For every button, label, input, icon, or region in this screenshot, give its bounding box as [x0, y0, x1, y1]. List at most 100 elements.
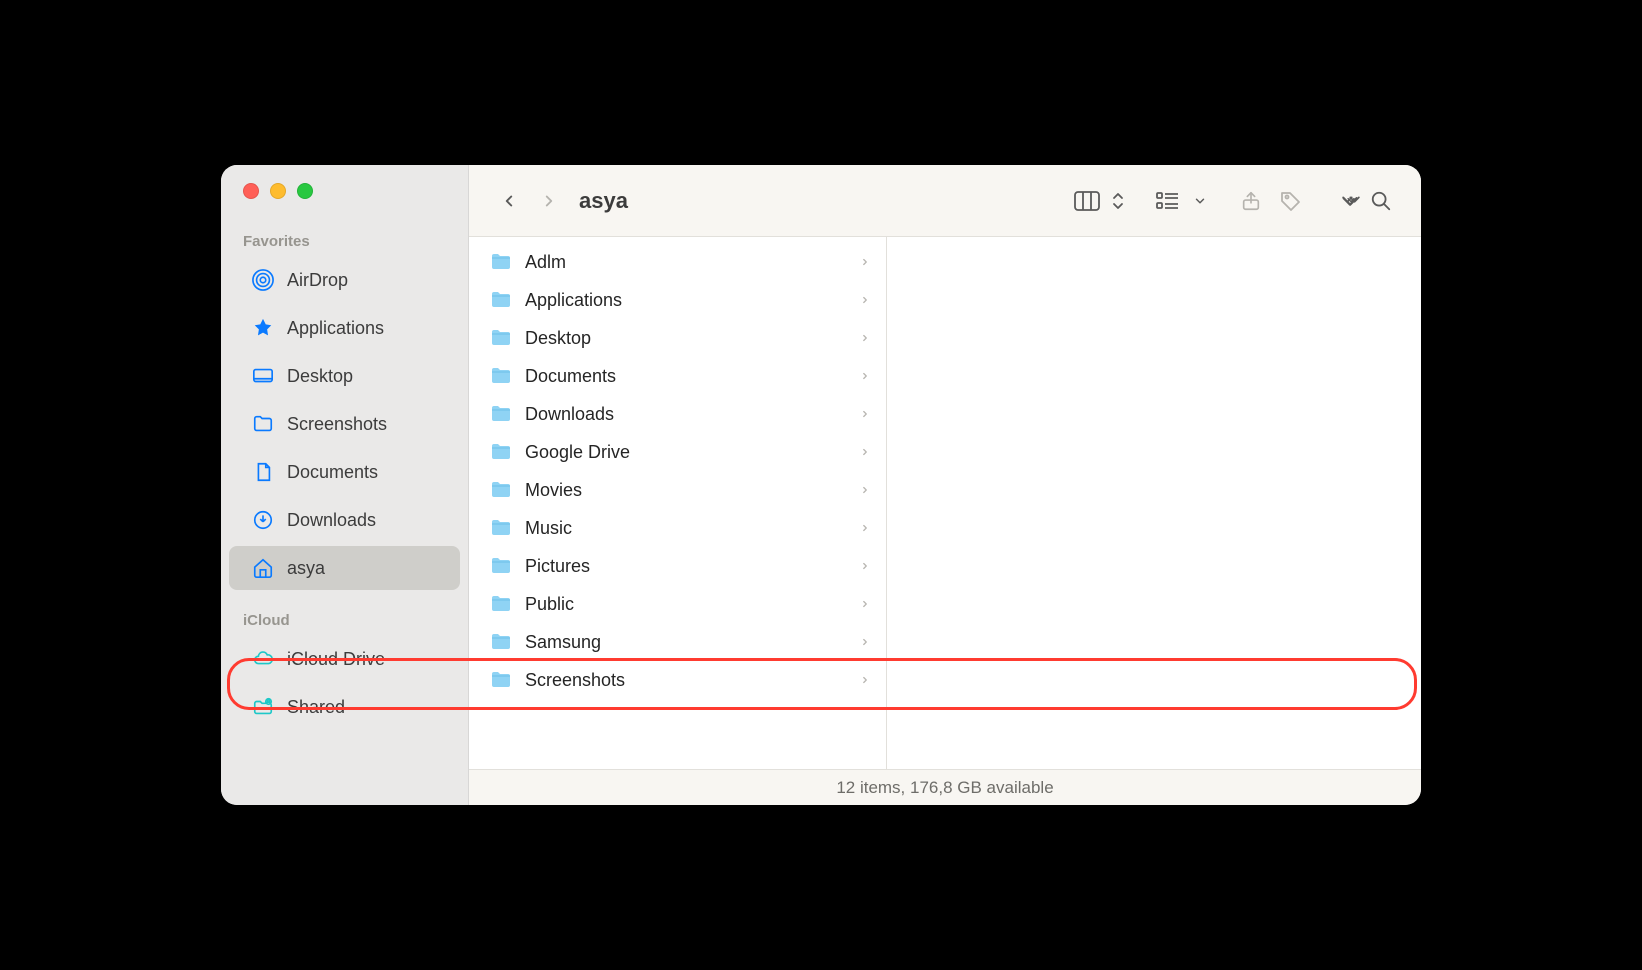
folder-icon — [251, 412, 275, 436]
overflow-icon[interactable] — [1341, 181, 1361, 221]
folder-icon — [489, 668, 513, 692]
chevron-right-icon — [860, 635, 870, 649]
folder-icon — [489, 516, 513, 540]
folder-icon — [489, 250, 513, 274]
chevron-right-icon — [860, 255, 870, 269]
sidebar-section-icloud: iCloud — [221, 606, 468, 635]
sidebar-item-screenshots[interactable]: Screenshots — [229, 402, 460, 446]
folder-icon — [489, 592, 513, 616]
folder-row[interactable]: Screenshots — [469, 661, 886, 699]
folder-icon — [489, 478, 513, 502]
sidebar-item-label: Applications — [287, 318, 384, 339]
finder-window: Favorites AirDrop Applications — [221, 165, 1421, 805]
folder-label: Screenshots — [525, 670, 848, 691]
status-text: 12 items, 176,8 GB available — [836, 778, 1053, 798]
home-icon — [251, 556, 275, 580]
folder-label: Pictures — [525, 556, 848, 577]
group-button[interactable] — [1149, 181, 1189, 221]
folder-icon — [489, 402, 513, 426]
main-area: asya — [469, 165, 1421, 805]
sidebar-item-label: Screenshots — [287, 414, 387, 435]
search-button[interactable] — [1361, 181, 1401, 221]
view-columns-button[interactable] — [1067, 181, 1107, 221]
sidebar-item-icloud-drive[interactable]: iCloud Drive — [229, 637, 460, 681]
chevron-right-icon — [860, 559, 870, 573]
toolbar: asya — [469, 165, 1421, 237]
folder-row[interactable]: Pictures — [469, 547, 886, 585]
chevron-right-icon — [860, 369, 870, 383]
folder-icon — [489, 630, 513, 654]
folder-label: Public — [525, 594, 848, 615]
window-title: asya — [579, 188, 628, 214]
folder-label: Desktop — [525, 328, 848, 349]
folder-label: Samsung — [525, 632, 848, 653]
sidebar-item-documents[interactable]: Documents — [229, 450, 460, 494]
sidebar-item-label: Downloads — [287, 510, 376, 531]
folder-icon — [489, 554, 513, 578]
content-area: Adlm Applications Desktop Documents Download… — [469, 237, 1421, 769]
column-view-pane[interactable]: Adlm Applications Desktop Documents Download… — [469, 237, 887, 769]
sidebar-item-desktop[interactable]: Desktop — [229, 354, 460, 398]
share-button[interactable] — [1231, 181, 1271, 221]
back-button[interactable] — [489, 181, 529, 221]
sidebar-item-applications[interactable]: Applications — [229, 306, 460, 350]
folder-row[interactable]: Music — [469, 509, 886, 547]
document-icon — [251, 460, 275, 484]
forward-button[interactable] — [529, 181, 569, 221]
close-window-button[interactable] — [243, 183, 259, 199]
folder-icon — [489, 326, 513, 350]
chevron-right-icon — [860, 407, 870, 421]
folder-label: Music — [525, 518, 848, 539]
folder-row[interactable]: Movies — [469, 471, 886, 509]
chevron-right-icon — [860, 293, 870, 307]
sidebar-item-airdrop[interactable]: AirDrop — [229, 258, 460, 302]
chevron-right-icon — [860, 673, 870, 687]
sidebar-item-label: asya — [287, 558, 325, 579]
folder-label: Documents — [525, 366, 848, 387]
folder-row[interactable]: Samsung — [469, 623, 886, 661]
view-updown-icon[interactable] — [1107, 181, 1129, 221]
sidebar-item-downloads[interactable]: Downloads — [229, 498, 460, 542]
sidebar-item-label: Shared — [287, 697, 345, 718]
minimize-window-button[interactable] — [270, 183, 286, 199]
folder-row[interactable]: Google Drive — [469, 433, 886, 471]
sidebar-item-home[interactable]: asya — [229, 546, 460, 590]
sidebar-item-label: Documents — [287, 462, 378, 483]
folder-row[interactable]: Applications — [469, 281, 886, 319]
chevron-right-icon — [860, 483, 870, 497]
folder-row[interactable]: Adlm — [469, 243, 886, 281]
tag-button[interactable] — [1271, 181, 1311, 221]
folder-row[interactable]: Public — [469, 585, 886, 623]
folder-icon — [489, 364, 513, 388]
folder-label: Movies — [525, 480, 848, 501]
chevron-right-icon — [860, 445, 870, 459]
folder-row[interactable]: Desktop — [469, 319, 886, 357]
apps-icon — [251, 316, 275, 340]
folder-label: Downloads — [525, 404, 848, 425]
chevron-right-icon — [860, 331, 870, 345]
folder-label: Applications — [525, 290, 848, 311]
desktop-icon — [251, 364, 275, 388]
folder-row[interactable]: Documents — [469, 357, 886, 395]
preview-pane — [887, 237, 1421, 769]
sidebar-section-favorites: Favorites — [221, 227, 468, 256]
sidebar: Favorites AirDrop Applications — [221, 165, 469, 805]
folder-row[interactable]: Downloads — [469, 395, 886, 433]
chevron-down-icon[interactable] — [1189, 181, 1211, 221]
folder-label: Google Drive — [525, 442, 848, 463]
shared-icon — [251, 695, 275, 719]
cloud-icon — [251, 647, 275, 671]
sidebar-item-label: iCloud Drive — [287, 649, 385, 670]
folder-icon — [489, 288, 513, 312]
sidebar-item-label: Desktop — [287, 366, 353, 387]
folder-icon — [489, 440, 513, 464]
status-bar: 12 items, 176,8 GB available — [469, 769, 1421, 805]
chevron-right-icon — [860, 521, 870, 535]
airdrop-icon — [251, 268, 275, 292]
maximize-window-button[interactable] — [297, 183, 313, 199]
sidebar-item-shared[interactable]: Shared — [229, 685, 460, 729]
window-controls — [221, 183, 468, 199]
folder-label: Adlm — [525, 252, 848, 273]
sidebar-item-label: AirDrop — [287, 270, 348, 291]
downloads-icon — [251, 508, 275, 532]
